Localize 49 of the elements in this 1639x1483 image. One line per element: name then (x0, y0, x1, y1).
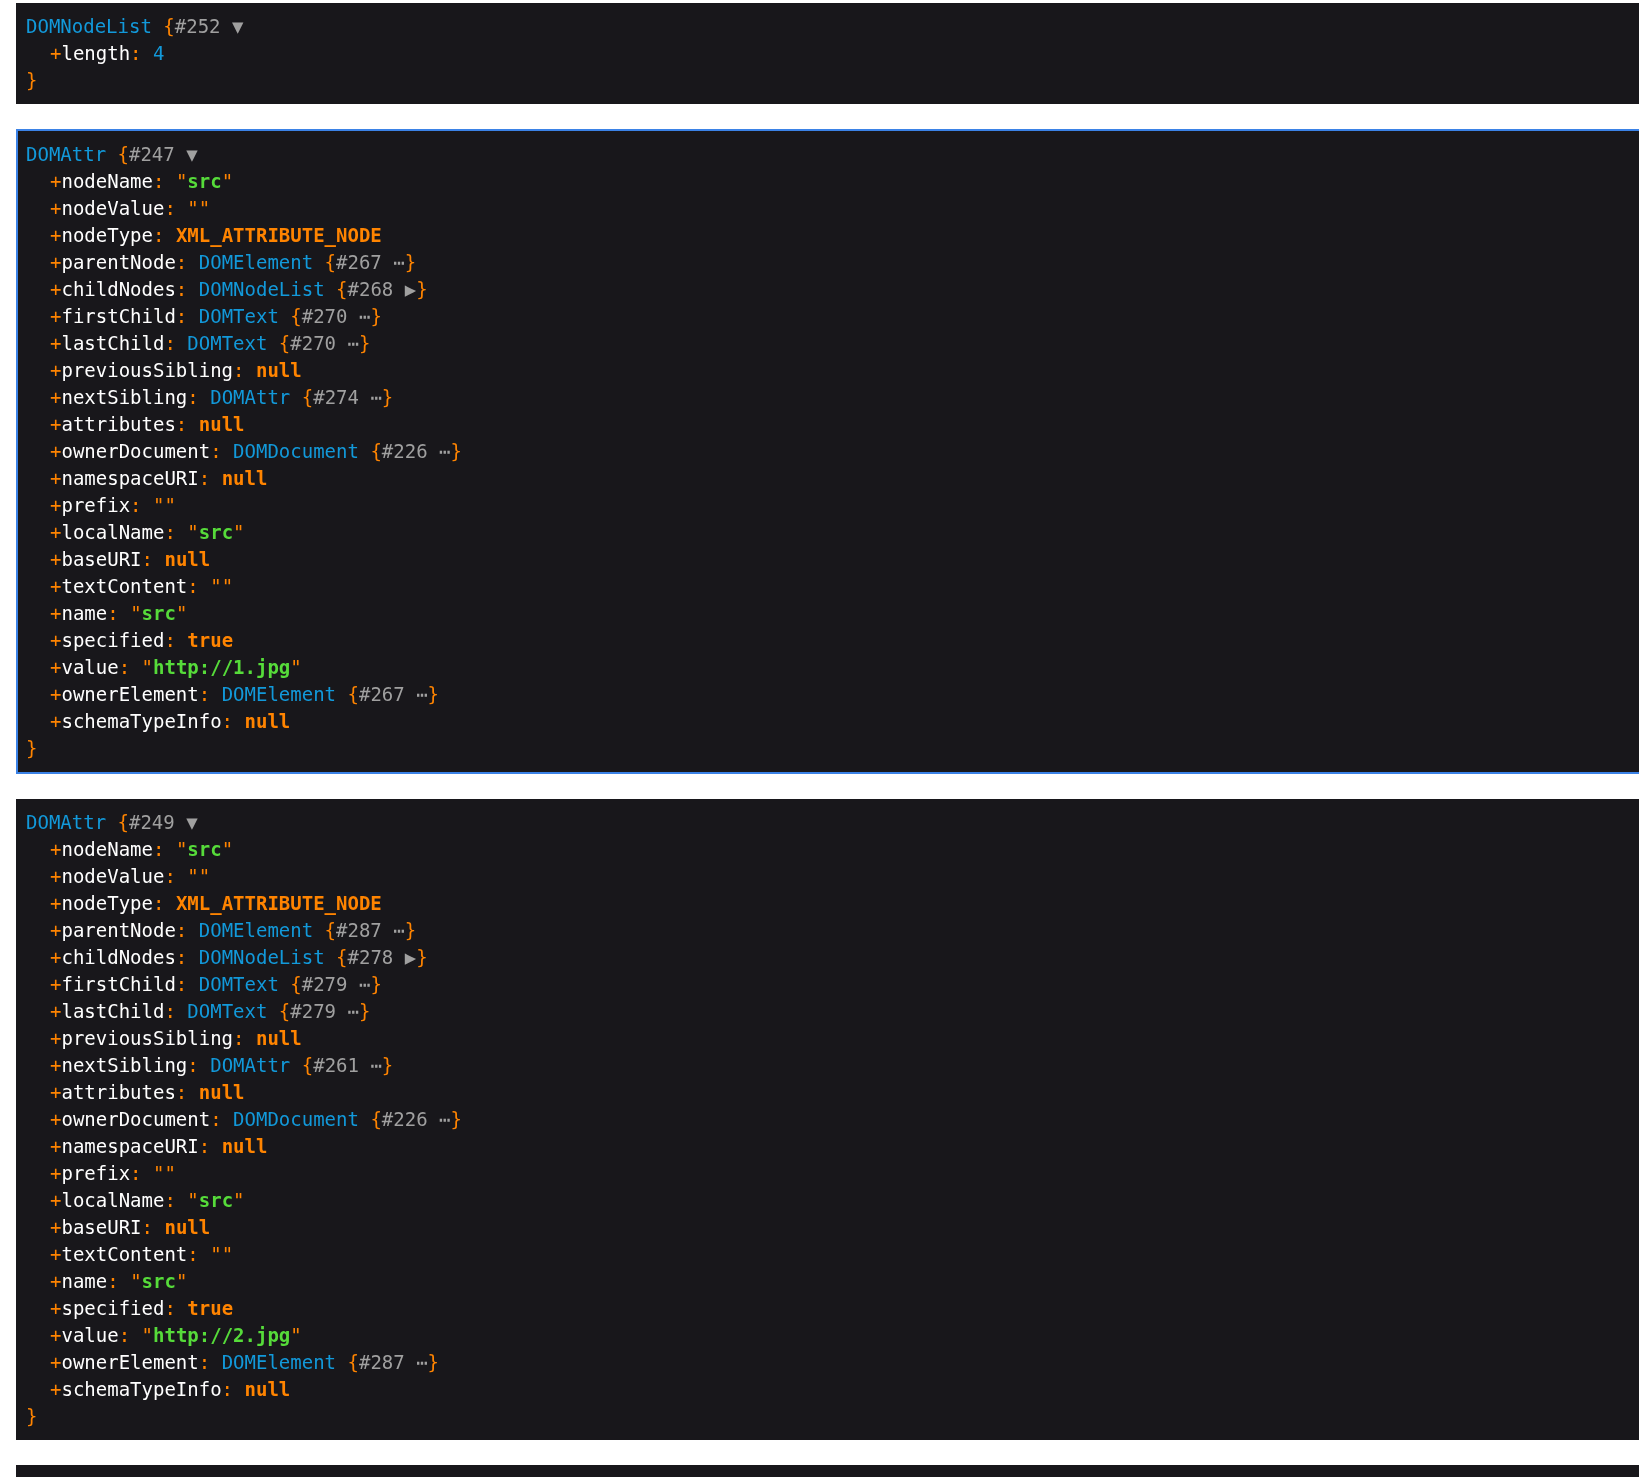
property-line: +name: "src" (50, 601, 188, 626)
property-line: +nodeType: XML_ATTRIBUTE_NODE (50, 891, 382, 917)
property-line: +ownerDocument: DOMDocument {#226 ⋯} (50, 439, 462, 464)
property-line: +attributes: null (50, 412, 245, 437)
property-line: +prefix: "" (50, 493, 176, 518)
property-line: +localName: "src" (50, 520, 245, 545)
property-line: +parentNode: DOMElement {#267 ⋯} (50, 250, 417, 275)
property-line: +lastChild: DOMText {#270 ⋯} (50, 331, 371, 356)
property-line: +nodeType: XML_ATTRIBUTE_NODE (50, 223, 382, 249)
property-line: +value: "http://2.jpg" (50, 1323, 302, 1348)
property-line: +localName: "src" (50, 1188, 245, 1213)
closing-brace: } (26, 68, 38, 93)
property-line: +nextSibling: DOMAttr {#274 ⋯} (50, 385, 394, 410)
property-line: +value: "http://1.jpg" (50, 655, 302, 680)
property-line: +previousSibling: null (50, 358, 302, 383)
property-line: +schemaTypeInfo: null (50, 709, 291, 734)
property-line: +namespaceURI: null (50, 1134, 268, 1159)
property-line: +ownerElement: DOMElement {#267 ⋯} (50, 682, 440, 707)
property-line: +specified: true (50, 1296, 234, 1321)
property-line: +childNodes: DOMNodeList {#268 ▶} (50, 277, 428, 302)
property-line: +textContent: "" (50, 574, 234, 599)
property-line: +nextSibling: DOMAttr {#261 ⋯} (50, 1053, 394, 1078)
property-line: +prefix: "" (50, 1161, 176, 1186)
property-line: +previousSibling: null (50, 1026, 302, 1051)
property-line: +firstChild: DOMText {#279 ⋯} (50, 972, 382, 997)
closing-brace: } (26, 1404, 38, 1429)
property-line: +attributes: null (50, 1080, 245, 1105)
property-line: +schemaTypeInfo: null (50, 1377, 291, 1402)
property-line: +nodeName: "src" (50, 837, 234, 862)
property-line: +nodeName: "src" (50, 169, 234, 194)
property-line: +nodeValue: "" (50, 196, 211, 221)
property-line: +name: "src" (50, 1269, 188, 1294)
closing-brace: } (26, 736, 38, 761)
property-line: +lastChild: DOMText {#279 ⋯} (50, 999, 371, 1024)
property-line: +textContent: "" (50, 1242, 234, 1267)
dump-header[interactable]: DOMAttr {#247 ▼ (26, 141, 198, 168)
property-line: +specified: true (50, 628, 234, 653)
property-line: +firstChild: DOMText {#270 ⋯} (50, 304, 382, 329)
property-line: +baseURI: null (50, 547, 211, 572)
property-line: +length: 4 (50, 41, 165, 66)
dump-header[interactable]: DOMNodeList {#252 ▼ (26, 13, 244, 40)
property-line: +namespaceURI: null (50, 466, 268, 491)
property-line: +ownerDocument: DOMDocument {#226 ⋯} (50, 1107, 462, 1132)
property-line: +parentNode: DOMElement {#287 ⋯} (50, 918, 417, 943)
property-line: +baseURI: null (50, 1215, 211, 1240)
property-line: +nodeValue: "" (50, 864, 211, 889)
dump-header[interactable]: DOMAttr {#249 ▼ (26, 809, 198, 836)
property-line: +ownerElement: DOMElement {#287 ⋯} (50, 1350, 440, 1375)
property-line: +childNodes: DOMNodeList {#278 ▶} (50, 945, 428, 970)
